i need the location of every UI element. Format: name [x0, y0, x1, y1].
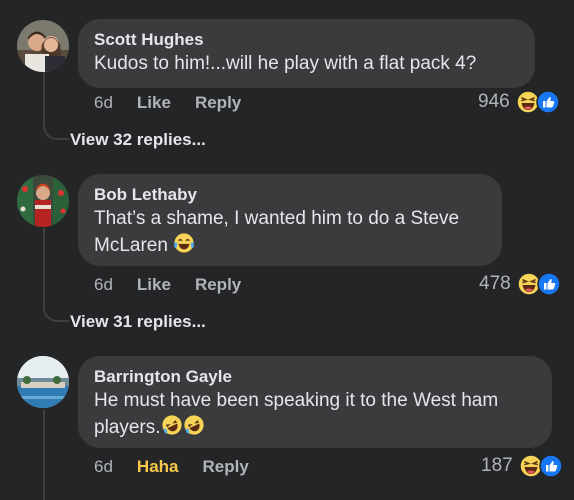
view-replies-link[interactable]: View 32 replies...	[70, 130, 206, 150]
rolling-on-floor-laughing-icon	[161, 415, 182, 435]
face-with-tears-of-joy-icon	[174, 233, 195, 253]
reaction-summary[interactable]: 946	[478, 90, 562, 114]
comment-actions: 6d Haha Reply	[94, 457, 273, 477]
avatar-photo-icon	[17, 175, 69, 227]
comment-timestamp[interactable]: 6d	[94, 275, 113, 295]
view-replies-link[interactable]: View 31 replies...	[70, 312, 206, 332]
comment-text-line: He must have been speaking it to the Wes…	[94, 390, 499, 411]
comments-thread: Scott Hughes Kudos to him!...will he pla…	[0, 0, 574, 500]
reply-button[interactable]: Reply	[195, 275, 241, 295]
comment-timestamp[interactable]: 6d	[94, 457, 113, 477]
avatar[interactable]	[17, 356, 69, 408]
reaction-icons	[518, 454, 565, 478]
comment-actions: 6d Like Reply	[94, 93, 265, 113]
thread-line	[43, 228, 45, 298]
comment-text-line: players.	[94, 417, 161, 438]
comment-bubble: Scott Hughes Kudos to him!...will he pla…	[78, 19, 535, 88]
reaction-summary[interactable]: 187	[481, 454, 565, 478]
comment-actions: 6d Like Reply	[94, 275, 265, 295]
comment-text-line: That’s a shame, I wanted him to do a Ste…	[94, 208, 460, 229]
comment-author[interactable]: Bob Lethaby	[94, 184, 486, 206]
rolling-on-floor-laughing-icon	[183, 415, 204, 435]
thread-line	[43, 410, 45, 500]
like-thumb-icon	[536, 272, 561, 296]
avatar-photo-icon	[17, 20, 69, 72]
comment-bubble: Bob Lethaby That’s a shame, I wanted him…	[78, 174, 502, 266]
like-thumb-icon	[538, 454, 563, 478]
comment-author[interactable]: Barrington Gayle	[94, 366, 536, 388]
comment-text: He must have been speaking it to the Wes…	[94, 388, 536, 441]
comment-timestamp[interactable]: 6d	[94, 93, 113, 113]
reaction-summary[interactable]: 478	[479, 272, 563, 296]
comment-text: Kudos to him!...will he play with a flat…	[94, 53, 477, 74]
like-button[interactable]: Like	[137, 93, 171, 113]
comment-author[interactable]: Scott Hughes	[94, 29, 519, 51]
reaction-icons	[516, 272, 563, 296]
haha-reaction-button[interactable]: Haha	[137, 457, 179, 477]
avatar-photo-icon	[17, 356, 69, 408]
comment-bubble: Barrington Gayle He must have been speak…	[78, 356, 552, 448]
comment-text: That’s a shame, I wanted him to do a Ste…	[94, 206, 486, 259]
reaction-count: 478	[479, 273, 511, 294]
avatar[interactable]	[17, 175, 69, 227]
like-thumb-icon	[535, 90, 560, 114]
reaction-icons	[515, 90, 562, 114]
avatar[interactable]	[17, 20, 69, 72]
reply-button[interactable]: Reply	[203, 457, 249, 477]
thread-line	[43, 72, 45, 116]
reply-connector	[43, 298, 69, 322]
reply-button[interactable]: Reply	[195, 93, 241, 113]
reply-connector	[43, 116, 69, 140]
reaction-count: 187	[481, 455, 513, 476]
like-button[interactable]: Like	[137, 275, 171, 295]
comment-text-line: McLaren	[94, 235, 168, 256]
reaction-count: 946	[478, 91, 510, 112]
